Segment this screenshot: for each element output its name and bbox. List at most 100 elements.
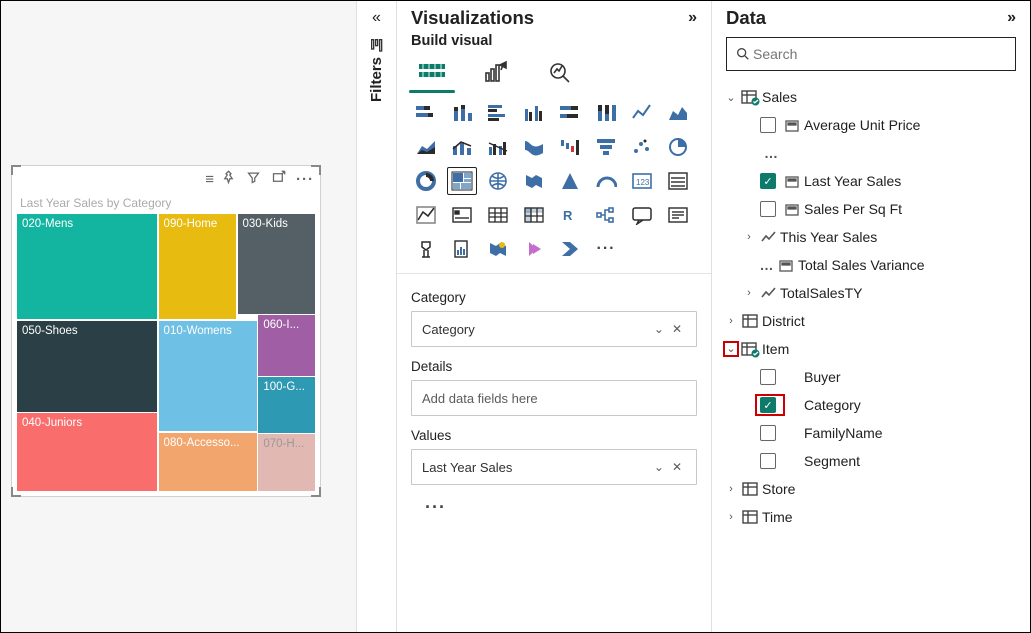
chevron-right-icon[interactable]: ›: [740, 287, 758, 299]
chevron-right-icon[interactable]: ›: [740, 231, 758, 243]
search-input[interactable]: [751, 45, 1007, 63]
decomposition-tree-icon[interactable]: [591, 201, 621, 229]
r-visual-icon[interactable]: R: [555, 201, 585, 229]
checkbox[interactable]: [760, 369, 776, 385]
chevron-down-icon[interactable]: ⌄: [650, 460, 668, 474]
cell-mens[interactable]: 020-Mens: [17, 214, 157, 319]
clustered-column-icon[interactable]: [519, 99, 549, 127]
category-well[interactable]: Category ⌄ ✕: [411, 311, 697, 347]
checkbox[interactable]: [760, 425, 776, 441]
powerapps-icon[interactable]: [519, 235, 549, 263]
scatter-icon[interactable]: [627, 133, 657, 161]
search-box[interactable]: [726, 37, 1016, 71]
cell-shoes[interactable]: 050-Shoes: [17, 321, 157, 412]
kpi-icon[interactable]: [411, 201, 441, 229]
chevron-down-icon[interactable]: ⌄: [650, 322, 668, 336]
area-chart-icon[interactable]: [663, 99, 693, 127]
slicer-icon[interactable]: [447, 201, 477, 229]
focus-mode-icon[interactable]: [271, 170, 286, 189]
matrix-icon[interactable]: [519, 201, 549, 229]
treemap-icon[interactable]: [447, 167, 477, 195]
chevron-right-icon[interactable]: ›: [722, 511, 740, 523]
cell-womens[interactable]: 010-Womens: [159, 321, 257, 432]
details-well[interactable]: Add data fields here: [411, 380, 697, 416]
drag-handle-icon[interactable]: ≡: [205, 171, 211, 188]
filter-icon[interactable]: [246, 170, 261, 189]
report-canvas[interactable]: ≡ ··· Last Year Sales by Category 020-Me…: [1, 1, 357, 632]
azure-map-icon[interactable]: [555, 167, 585, 195]
chevron-right-icon[interactable]: ›: [722, 483, 740, 495]
card-icon[interactable]: 123: [627, 167, 657, 195]
field-segment[interactable]: Segment: [718, 447, 1024, 475]
build-visual-tab[interactable]: [415, 57, 449, 87]
collapse-data-icon[interactable]: »: [1007, 9, 1016, 27]
checkbox-checked[interactable]: ✓: [760, 397, 776, 413]
hundred-column-icon[interactable]: [591, 99, 621, 127]
filled-map-icon[interactable]: [519, 167, 549, 195]
table-item[interactable]: ⌄ Item: [718, 335, 1024, 363]
field-buyer[interactable]: Buyer: [718, 363, 1024, 391]
checkbox[interactable]: [760, 453, 776, 469]
gauge-icon[interactable]: [591, 167, 621, 195]
arcgis-icon[interactable]: [483, 235, 513, 263]
paginated-report-icon[interactable]: [447, 235, 477, 263]
treemap-visual[interactable]: ≡ ··· Last Year Sales by Category 020-Me…: [11, 165, 321, 497]
clustered-bar-icon[interactable]: [483, 99, 513, 127]
cell-groc[interactable]: 100-G...: [258, 377, 315, 432]
stacked-area-icon[interactable]: [411, 133, 441, 161]
checkbox[interactable]: [760, 201, 776, 217]
hundred-bar-icon[interactable]: [555, 99, 585, 127]
field-sales-per-sqft[interactable]: Sales Per Sq Ft: [718, 195, 1024, 223]
cell-kids[interactable]: 030-Kids: [238, 214, 315, 314]
pie-icon[interactable]: [663, 133, 693, 161]
goals-icon[interactable]: [411, 235, 441, 263]
table-district[interactable]: ›District: [718, 307, 1024, 335]
table-time[interactable]: ›Time: [718, 503, 1024, 531]
format-visual-tab[interactable]: [479, 57, 513, 87]
cell-intimate[interactable]: 060-I...: [258, 315, 315, 376]
donut-icon[interactable]: [411, 167, 441, 195]
powerautomate-icon[interactable]: [555, 235, 585, 263]
field-more[interactable]: …: [718, 139, 1024, 167]
cell-home[interactable]: 090-Home: [159, 214, 236, 319]
table-icon[interactable]: [483, 201, 513, 229]
stacked-bar-icon[interactable]: [411, 99, 441, 127]
multirow-card-icon[interactable]: [663, 167, 693, 195]
cell-juniors[interactable]: 040-Juniors: [17, 413, 157, 491]
remove-field-icon[interactable]: ✕: [668, 322, 686, 336]
chevron-down-icon[interactable]: ⌄: [722, 91, 740, 104]
collapse-visualizations-icon[interactable]: »: [688, 9, 697, 27]
remove-field-icon[interactable]: ✕: [668, 460, 686, 474]
pin-icon[interactable]: [221, 170, 236, 189]
chevron-right-icon[interactable]: ›: [722, 315, 740, 327]
qa-visual-icon[interactable]: [627, 201, 657, 229]
checkbox[interactable]: [760, 117, 776, 133]
cell-hos[interactable]: 070-H...: [258, 434, 315, 491]
stacked-column-icon[interactable]: [447, 99, 477, 127]
field-avg-unit-price[interactable]: Average Unit Price: [718, 111, 1024, 139]
more-options-icon[interactable]: ···: [296, 171, 314, 188]
field-total-sales-variance[interactable]: …Total Sales Variance: [718, 251, 1024, 279]
funnel-icon[interactable]: [591, 133, 621, 161]
ribbon-chart-icon[interactable]: [519, 133, 549, 161]
field-this-year-sales[interactable]: ›This Year Sales: [718, 223, 1024, 251]
filters-pane-collapsed[interactable]: « Filters: [357, 1, 397, 632]
field-category[interactable]: ✓Category: [718, 391, 1024, 419]
field-familyname[interactable]: FamilyName: [718, 419, 1024, 447]
line-clustered-column-icon[interactable]: [483, 133, 513, 161]
map-icon[interactable]: [483, 167, 513, 195]
table-store[interactable]: ›Store: [718, 475, 1024, 503]
table-sales[interactable]: ⌄ Sales: [718, 83, 1024, 111]
cell-access[interactable]: 080-Accesso...: [159, 433, 257, 491]
line-chart-icon[interactable]: [627, 99, 657, 127]
waterfall-icon[interactable]: [555, 133, 585, 161]
more-wells-icon[interactable]: ···: [411, 497, 697, 526]
field-last-year-sales[interactable]: ✓Last Year Sales: [718, 167, 1024, 195]
values-well[interactable]: Last Year Sales ⌄ ✕: [411, 449, 697, 485]
analytics-tab[interactable]: [543, 57, 577, 87]
checkbox-checked[interactable]: ✓: [760, 173, 776, 189]
field-total-sales-ty[interactable]: ›TotalSalesTY: [718, 279, 1024, 307]
line-stacked-column-icon[interactable]: [447, 133, 477, 161]
more-visuals-icon[interactable]: ···: [591, 235, 621, 263]
smart-narrative-icon[interactable]: [663, 201, 693, 229]
